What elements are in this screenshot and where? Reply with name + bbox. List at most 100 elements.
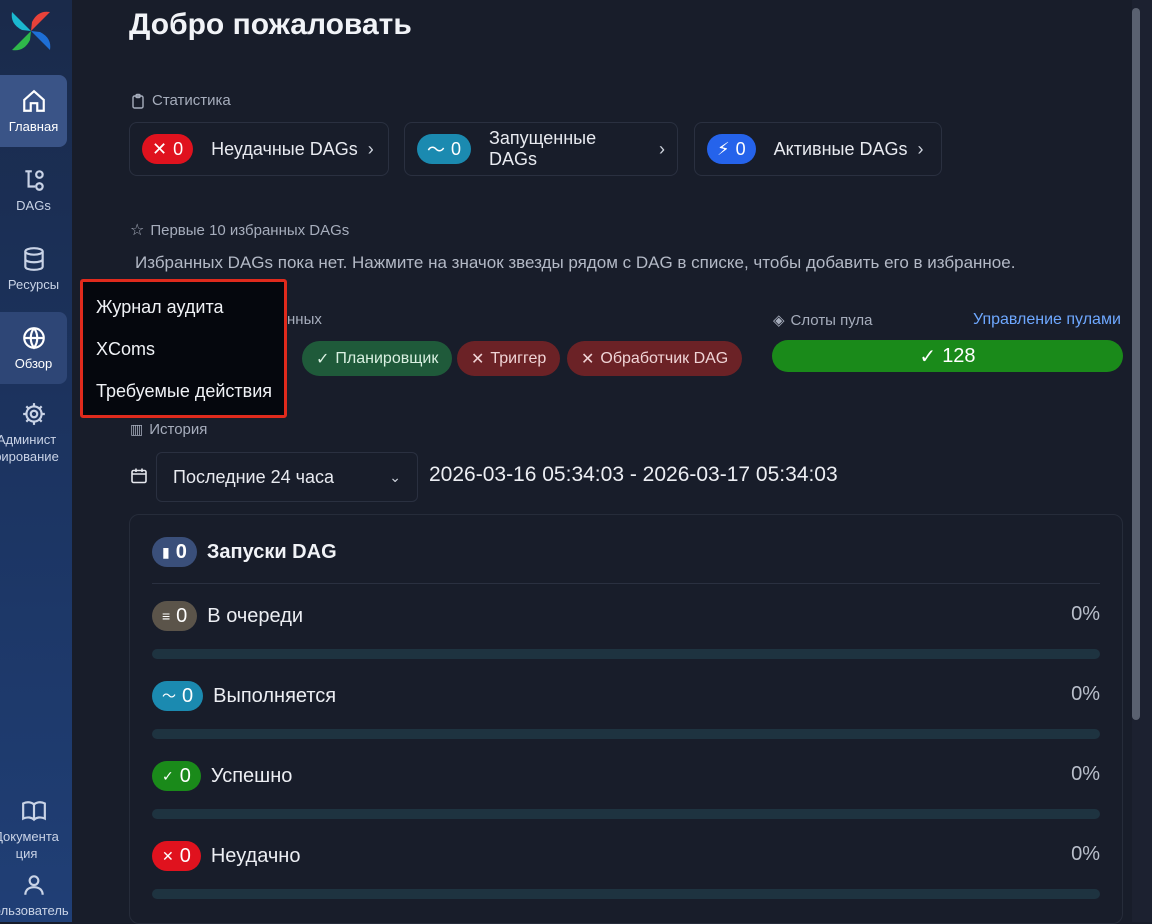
success-count-badge: ✓ 0 [152, 761, 201, 791]
pool-slots-value: 128 [942, 344, 976, 367]
running-count-badge: 〜 0 [152, 681, 204, 711]
sidebar-item-label: Пользователь [0, 902, 69, 918]
chevron-right-icon: › [367, 138, 374, 159]
sidebar-item-label: Документа ция [0, 829, 59, 861]
running-count: 0 [451, 138, 462, 159]
queued-label: В очереди [207, 604, 304, 627]
pool-label: Слоты пула [790, 311, 873, 329]
health-scheduler-badge: ✓ Планировщик [302, 341, 453, 376]
success-percent: 0% [1071, 763, 1100, 785]
pool-section-label: ◈ Слоты пула [773, 311, 873, 330]
health-label-tail: нных [287, 311, 322, 328]
user-icon [23, 874, 44, 895]
queued-progress-bar [152, 649, 1100, 659]
close-icon: ✕ [471, 350, 485, 368]
success-progress-bar [152, 809, 1100, 819]
running-dags-label: Запущенные DAGs [489, 128, 597, 169]
health-triggerer-badge: ✕ Триггер [457, 341, 561, 376]
dag-runs-count-badge: ▮ 0 [152, 537, 197, 567]
sidebar-item-browse[interactable]: Обзор [0, 312, 67, 384]
active-dags-label: Активные DAGs [773, 138, 908, 159]
sidebar-item-label: Админист рирование [0, 432, 59, 464]
sidebar-item-docs[interactable]: Документа ция [0, 790, 67, 870]
activity-icon: 〜 [162, 688, 176, 704]
success-count: 0 [179, 764, 191, 787]
close-icon: ✕ [581, 350, 595, 368]
dag-runs-card: ▮ 0 Запуски DAG ≡ 0 В очереди 0% 〜 0 Вып… [129, 514, 1123, 924]
time-range-select[interactable]: Последние 24 часа ⌄ [156, 452, 418, 502]
check-icon: ✓ [316, 350, 330, 368]
menu-item-required-actions[interactable]: Требуемые действия [96, 381, 272, 402]
queued-count: 0 [176, 604, 188, 627]
failed-progress-bar [152, 889, 1100, 899]
favorites-section-label: ☆ Первые 10 избранных DAGs [130, 220, 349, 240]
history-icon: ▥ [130, 421, 144, 437]
sidebar-item-dags[interactable]: DAGs [0, 154, 67, 226]
dag-runs-header: ▮ 0 Запуски DAG [152, 537, 337, 567]
history-label: История [149, 421, 208, 438]
health-dag-processor-badge: ✕ Обработчик DAG [567, 341, 743, 376]
dag-runs-title: Запуски DAG [206, 540, 337, 563]
stat-card-running[interactable]: 〜 0 Запущенные DAGs › [404, 122, 678, 176]
stat-card-failed[interactable]: ✕ 0 Неудачные DAGs › [129, 122, 389, 176]
pool-icon: ◈ [773, 312, 785, 329]
running-percent: 0% [1071, 683, 1100, 705]
close-icon: ✕ [152, 138, 168, 159]
stats-section-label: Статистика [130, 92, 231, 109]
sidebar-item-user[interactable]: Пользователь [0, 868, 69, 922]
run-row-failed: ✕ 0 Неудачно 0% [152, 841, 1100, 901]
gear-icon [22, 403, 45, 425]
chevron-right-icon: › [917, 138, 924, 159]
queue-icon: ≡ [162, 608, 171, 624]
pool-slots-bar[interactable]: ✓ 128 [772, 340, 1123, 372]
failed-count-badge: ✕ 0 [142, 134, 194, 164]
run-row-queued: ≡ 0 В очереди 0% [152, 601, 1100, 661]
running-label: Выполняется [213, 684, 337, 707]
running-progress-bar [152, 729, 1100, 739]
check-icon: ✓ [162, 767, 174, 784]
health-section-label: нных [287, 311, 322, 328]
sidebar-item-label: Обзор [14, 355, 53, 371]
sidebar-item-admin[interactable]: Админист рирование [0, 393, 67, 473]
dag-processor-label: Обработчик DAG [600, 349, 729, 367]
triggerer-label: Триггер [490, 349, 547, 367]
sidebar-item-resources[interactable]: Ресурсы [0, 233, 67, 305]
database-icon [23, 246, 44, 271]
failed-label: Неудачно [210, 844, 301, 867]
run-row-success: ✓ 0 Успешно 0% [152, 761, 1100, 821]
favorites-label: Первые 10 избранных DAGs [150, 221, 350, 239]
check-icon: ✓ [919, 345, 937, 368]
book-icon [21, 801, 46, 822]
divider [152, 583, 1100, 584]
dag-icon [24, 169, 44, 191]
main-content: Добро пожаловать Статистика ✕ 0 Неудачны… [72, 0, 1132, 924]
scheduler-label: Планировщик [335, 349, 439, 367]
failed-count: 0 [179, 844, 191, 867]
airflow-logo-icon[interactable] [8, 8, 54, 54]
scrollbar-thumb[interactable] [1132, 8, 1140, 720]
sidebar-item-home[interactable]: Главная [0, 75, 67, 147]
close-icon: ✕ [162, 847, 174, 864]
running-count: 0 [182, 684, 194, 707]
failed-percent: 0% [1071, 843, 1100, 865]
page-title: Добро пожаловать [129, 8, 412, 41]
date-range-text: 2026-03-16 05:34:03 - 2026-03-17 05:34:0… [429, 463, 838, 486]
activity-icon: 〜 [427, 140, 445, 160]
dag-runs-count: 0 [175, 540, 187, 563]
menu-item-xcoms[interactable]: XComs [96, 339, 155, 360]
clipboard-icon [132, 93, 144, 109]
menu-item-audit-log[interactable]: Журнал аудита [96, 297, 224, 318]
stat-card-active[interactable]: ⚡ 0 Активные DAGs › [694, 122, 942, 176]
sidebar: Главная DAGs Ресурсы Обзор Админист риро… [0, 0, 72, 922]
chevron-right-icon: › [659, 138, 665, 159]
stats-label: Статистика [152, 92, 231, 109]
sidebar-item-label: Ресурсы [7, 276, 60, 292]
active-count-badge: ⚡ 0 [707, 134, 756, 164]
manage-pools-link[interactable]: Управление пулами [973, 311, 1121, 329]
run-row-running: 〜 0 Выполняется 0% [152, 681, 1100, 741]
bar-chart-icon: ▮ [162, 543, 170, 560]
running-count-badge: 〜 0 [417, 134, 472, 164]
queued-count-badge: ≡ 0 [152, 601, 198, 631]
bolt-icon: ⚡ [717, 138, 730, 159]
calendar-icon [131, 468, 147, 484]
